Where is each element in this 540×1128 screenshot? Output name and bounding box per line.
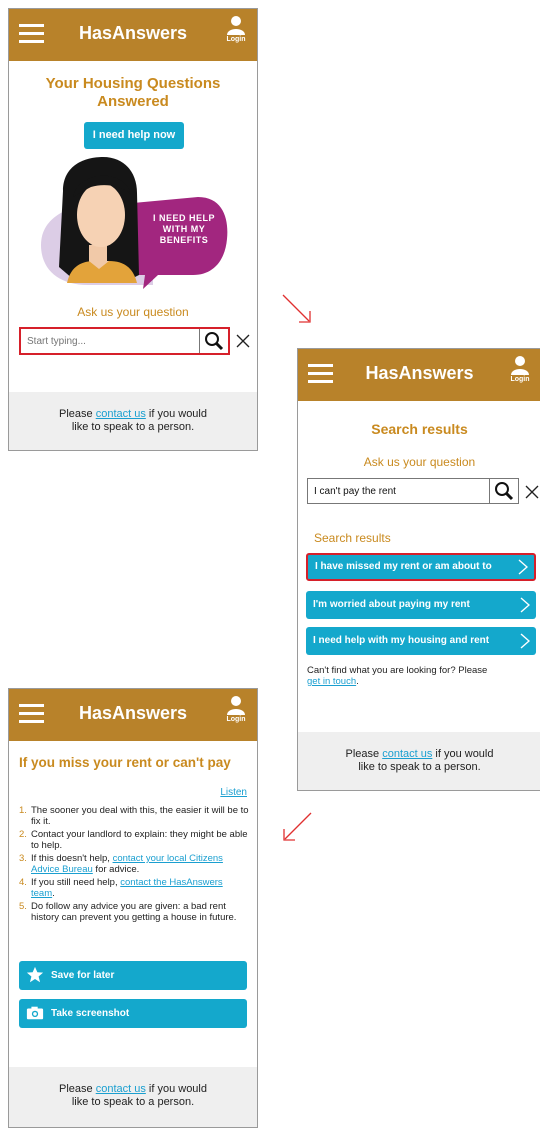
search-box bbox=[19, 327, 230, 355]
list-item: 2. Contact your landlord to explain: they… bbox=[19, 829, 248, 851]
page-title: If you miss your rent or can't pay bbox=[19, 755, 231, 770]
app-header: HasAnswers Login bbox=[9, 9, 257, 61]
search-button[interactable] bbox=[199, 329, 228, 353]
page-title: Your Housing Questions Answered bbox=[45, 75, 221, 110]
get-in-touch-link[interactable]: get in touch bbox=[307, 676, 356, 687]
footer: Please contact us if you would like to s… bbox=[298, 732, 540, 790]
home-screen: HasAnswers Login Your Housing Questions … bbox=[8, 8, 258, 451]
star-icon bbox=[26, 966, 44, 983]
search-input[interactable] bbox=[21, 329, 201, 353]
result-item[interactable]: I have missed my rent or am about to bbox=[306, 553, 536, 581]
result-item[interactable]: I'm worried about paying my rent bbox=[306, 591, 536, 619]
article-screen: HasAnswers Login If you miss your rent o… bbox=[8, 688, 258, 1128]
list-item: 4. If you still need help, contact the Ha… bbox=[19, 877, 223, 899]
app-header: HasAnswers Login bbox=[298, 349, 540, 401]
arrow-icon bbox=[282, 294, 311, 323]
chevron-right-icon bbox=[520, 633, 530, 649]
app-header: HasAnswers Login bbox=[9, 689, 257, 741]
contact-link[interactable]: contact us bbox=[382, 748, 432, 760]
user-icon bbox=[227, 696, 245, 715]
login-button[interactable]: Login bbox=[221, 15, 251, 55]
list-item: 1. The sooner you deal with this, the eas… bbox=[19, 805, 249, 827]
user-icon bbox=[227, 16, 245, 35]
search-box bbox=[307, 478, 519, 504]
contact-link[interactable]: contact us bbox=[96, 408, 146, 420]
login-label: Login bbox=[226, 36, 246, 43]
results-screen: HasAnswers Login Search results Ask us y… bbox=[297, 348, 540, 791]
app-title: HasAnswers bbox=[78, 23, 188, 43]
camera-icon bbox=[26, 1006, 44, 1020]
ask-label: Ask us your question bbox=[77, 305, 189, 319]
login-label: Login bbox=[226, 716, 246, 723]
close-icon[interactable] bbox=[236, 334, 250, 348]
list-item: 5. Do follow any advice you are given: a … bbox=[19, 901, 237, 923]
chevron-right-icon bbox=[518, 559, 528, 575]
cant-find-text: Can't find what you are looking for? Ple… bbox=[307, 665, 488, 687]
help-now-button[interactable]: I need help now bbox=[84, 122, 184, 149]
login-button[interactable]: Login bbox=[505, 355, 535, 395]
steps-list: 1. The sooner you deal with this, the eas… bbox=[19, 805, 249, 925]
ask-label: Ask us your question bbox=[363, 455, 476, 469]
save-for-later-button[interactable]: Save for later bbox=[19, 961, 247, 990]
search-input[interactable] bbox=[308, 479, 490, 503]
search-icon bbox=[205, 332, 224, 351]
login-label: Login bbox=[510, 376, 530, 383]
search-icon bbox=[495, 482, 514, 501]
footer: Please contact us if you would like to s… bbox=[9, 1067, 257, 1127]
login-button[interactable]: Login bbox=[221, 695, 251, 735]
close-icon[interactable] bbox=[525, 485, 539, 499]
speech-bubble-text: I NEED HELP WITH MY BENEFITS bbox=[152, 213, 215, 245]
take-screenshot-button[interactable]: Take screenshot bbox=[19, 999, 247, 1028]
listen-link[interactable]: Listen bbox=[220, 787, 247, 798]
results-label: Search results bbox=[314, 531, 391, 545]
arrow-icon bbox=[283, 812, 312, 841]
user-icon bbox=[511, 356, 529, 375]
result-item[interactable]: I need help with my housing and rent bbox=[306, 627, 536, 655]
footer: Please contact us if you would like to s… bbox=[9, 392, 257, 450]
chevron-right-icon bbox=[520, 597, 530, 613]
page-title: Search results bbox=[371, 421, 468, 437]
search-button[interactable] bbox=[489, 479, 518, 503]
list-item: 3. If this doesn't help, contact your loc… bbox=[19, 853, 223, 875]
app-title: HasAnswers bbox=[78, 703, 188, 723]
contact-link[interactable]: contact us bbox=[96, 1083, 146, 1095]
app-title: HasAnswers bbox=[365, 363, 474, 383]
